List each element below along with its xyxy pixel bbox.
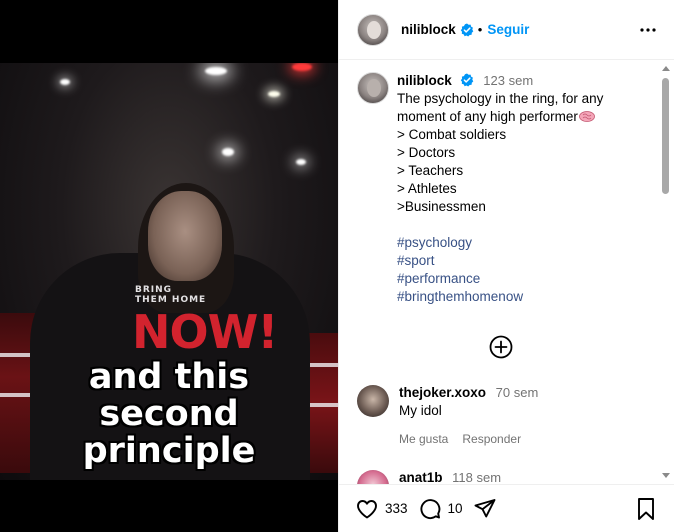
- comment-username[interactable]: anat1b: [399, 470, 443, 484]
- shirt-text-now: NOW!: [132, 305, 278, 359]
- comment-time[interactable]: 118 sem: [452, 470, 501, 484]
- comment-reply-button[interactable]: Responder: [462, 432, 521, 446]
- heart-icon[interactable]: [355, 497, 379, 521]
- avatar[interactable]: [357, 470, 389, 484]
- shirt-text-line2: THEM HOME: [135, 295, 207, 305]
- send-paper-plane-icon[interactable]: [473, 497, 497, 521]
- hashtag-link[interactable]: #bringthemhomenow: [397, 288, 629, 306]
- avatar[interactable]: [357, 385, 389, 417]
- post-actions-bar: 333 10: [339, 484, 674, 532]
- comment-header: thejoker.xoxo 70 sem: [399, 385, 538, 400]
- stage-light: [268, 91, 280, 97]
- like-count[interactable]: 333: [385, 501, 408, 516]
- more-horizontal-icon[interactable]: [639, 21, 657, 39]
- caption-text: The psychology in the ring, for any mome…: [397, 90, 629, 126]
- avatar[interactable]: [357, 72, 389, 104]
- comment-time[interactable]: 70 sem: [496, 385, 539, 400]
- comment-username[interactable]: thejoker.xoxo: [399, 385, 486, 400]
- post-caption-content: niliblock 123 sem The psychology in the …: [397, 72, 629, 306]
- hashtag-link[interactable]: #psychology: [397, 234, 629, 252]
- avatar[interactable]: [357, 13, 389, 46]
- scroll-up-arrow-icon[interactable]: [662, 66, 670, 71]
- shirt-text-line1: BRING: [135, 285, 173, 295]
- scrollbar-thumb[interactable]: [662, 78, 669, 194]
- comment-item: thejoker.xoxo 70 sem My idol Me gusta Re…: [357, 385, 657, 446]
- stage-light: [205, 67, 227, 75]
- hashtag-link[interactable]: #performance: [397, 270, 629, 288]
- caption-line: principle: [82, 431, 256, 471]
- comment-content: thejoker.xoxo 70 sem My idol Me gusta Re…: [399, 385, 538, 446]
- comment-header: anat1b 118 sem: [399, 470, 501, 484]
- verified-badge-icon: [460, 23, 474, 36]
- stage-light: [292, 63, 312, 71]
- verified-badge-icon: [460, 73, 473, 87]
- caption-line: and this: [88, 357, 250, 397]
- scrollbar[interactable]: [660, 60, 672, 484]
- follow-button[interactable]: Seguir: [487, 22, 529, 37]
- shirt-text: BRING THEM HOME: [135, 285, 206, 305]
- caption-time[interactable]: 123 sem: [483, 73, 533, 88]
- video-player[interactable]: BRING THEM HOME NOW! and this second pri…: [0, 63, 338, 480]
- comment-like-button[interactable]: Me gusta: [399, 432, 448, 446]
- person-head: [148, 191, 222, 281]
- caption-sentence: The psychology in the ring, for any mome…: [397, 91, 604, 124]
- comments-scroll-area[interactable]: niliblock 123 sem The psychology in the …: [339, 60, 674, 484]
- brain-emoji-icon: [578, 111, 595, 122]
- comment-bubble-icon[interactable]: [418, 497, 442, 521]
- load-more-comments-icon[interactable]: [489, 335, 513, 359]
- post-details-panel: niliblock • Seguir niliblock 123 sem The…: [338, 0, 674, 532]
- video-caption: and this second principle: [0, 359, 338, 470]
- stage-light: [222, 148, 234, 156]
- stage-light: [296, 159, 306, 165]
- hashtag-list: #psychology #sport #performance #bringth…: [397, 234, 629, 306]
- like-button[interactable]: 333: [355, 497, 418, 521]
- bookmark-icon[interactable]: [635, 497, 657, 521]
- caption-list: > Combat soldiers > Doctors > Teachers >…: [397, 127, 507, 214]
- comment-content: anat1b 118 sem: [399, 470, 501, 484]
- share-button[interactable]: [473, 497, 497, 521]
- comment-button[interactable]: 10: [418, 497, 473, 521]
- comment-text: My idol: [399, 403, 442, 418]
- caption-line: second: [99, 394, 239, 434]
- caption-username[interactable]: niliblock: [397, 73, 452, 88]
- comment-actions: Me gusta Responder: [399, 432, 538, 446]
- stage-light: [60, 79, 70, 85]
- scroll-down-arrow-icon[interactable]: [662, 473, 670, 478]
- caption-header: niliblock 123 sem: [397, 72, 629, 90]
- header-separator: •: [477, 22, 483, 37]
- post-caption-block: niliblock 123 sem The psychology in the …: [357, 72, 657, 306]
- post-media[interactable]: BRING THEM HOME NOW! and this second pri…: [0, 0, 338, 532]
- header-username[interactable]: niliblock: [401, 22, 456, 37]
- post-header: niliblock • Seguir: [339, 0, 674, 60]
- comment-item: anat1b 118 sem: [357, 470, 657, 484]
- comment-count[interactable]: 10: [448, 501, 463, 516]
- hashtag-link[interactable]: #sport: [397, 252, 629, 270]
